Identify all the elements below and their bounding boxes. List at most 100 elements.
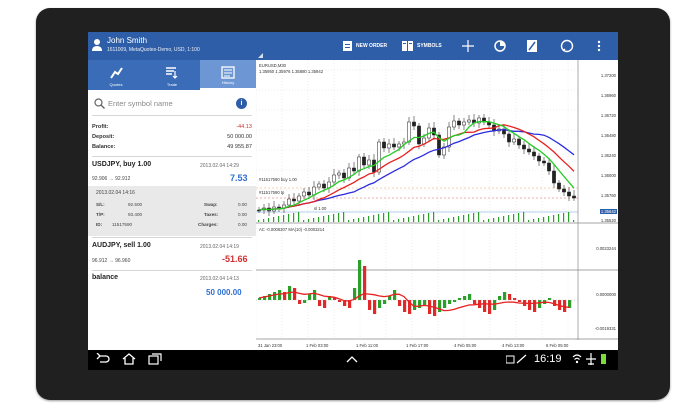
ac-bar [303,300,307,303]
deal-profit: -51.66 [222,254,248,264]
time-tick: 1 Feb 03:00 [306,343,329,348]
chart-canvas[interactable] [255,60,618,350]
volume-bar [283,215,285,222]
candle-body [512,138,516,143]
volume-bar [498,217,500,222]
ac-bar [293,288,297,300]
symbols-button[interactable]: SYMBOLS [402,32,442,60]
candle-body [357,156,361,172]
ac-bar [268,294,272,300]
symbol-search[interactable]: Enter symbol name i [94,96,252,112]
tab-quotes[interactable]: Quotes [88,60,144,90]
volume-bar [548,216,550,222]
chevron-up-icon[interactable] [346,355,358,363]
volume-bar [513,214,515,222]
profit-value: -44.13 [236,124,252,130]
price-tick: 1.36240 [600,153,616,158]
ac-bar [398,300,402,306]
user-name[interactable]: John Smith [107,36,147,45]
volume-bar [373,215,375,222]
deal-time: 2013.02.04 14:19 [200,244,239,250]
volume-bar [308,219,310,222]
back-icon[interactable] [96,353,110,365]
ac-bar [508,294,512,300]
info-icon[interactable]: i [236,98,247,109]
history-panel: Quotes Trade History Enter symbol name i… [88,60,257,350]
taxes-label: Taxes: [204,212,219,217]
candle-body [552,170,556,184]
ac-bar [533,300,537,312]
ac-bar [488,300,492,314]
crosshair-icon[interactable] [462,40,474,52]
ac-bar [528,300,532,310]
tp-value: 93.400 [128,212,143,217]
candle-body [452,120,456,128]
volume-bars [258,212,575,222]
volume-bar [323,216,325,222]
volume-bar [263,219,265,222]
tp-label: T/P: [96,212,105,217]
volume-bar [368,216,370,222]
price-chart[interactable]: EURUSD,M30 1.35950 1.35976 1.35880 1.359… [255,60,618,350]
candle-body [417,125,421,145]
tab-history[interactable]: History [200,60,256,90]
ac-bar [308,294,312,300]
volume-bar [538,218,540,222]
time-tick: 1 Feb 17:00 [406,343,429,348]
search-placeholder[interactable]: Enter symbol name [108,99,173,108]
balance-entry-time: 2013.02.04 14:13 [200,276,239,282]
taxes-value: 0.00 [238,212,247,217]
ac-bar [413,300,417,310]
tab-trade-label: Trade [166,82,178,87]
candle-body [522,144,526,150]
time-tick: 1 Feb 11:00 [356,343,379,348]
deal-prices: 92.906 → 92.912 [92,176,131,182]
volume-bar [543,217,545,222]
objects-icon[interactable] [526,39,538,53]
volume-bar [338,213,340,222]
indicators-icon[interactable] [494,40,506,52]
volume-bar [288,214,290,222]
dropdown-corner-icon [258,53,263,58]
price-tick: 1.35520 [600,218,616,223]
overflow-menu-icon[interactable] [597,40,601,52]
volume-bar [413,216,415,222]
volume-bar [333,214,335,222]
ac-bar [448,300,452,304]
recent-apps-icon[interactable] [148,353,162,365]
account-info[interactable]: 1611009, MetaQuotes-Demo, USD, 1:100 [107,47,200,53]
price-tick: 1.36000 [600,173,616,178]
candle-body [392,143,396,148]
candle-body [407,121,411,143]
new-order-button[interactable]: NEW ORDER [342,32,387,60]
user-icon[interactable] [91,38,103,52]
candle-body [367,159,371,166]
volume-bar [528,220,530,222]
tab-trade[interactable]: Trade [144,60,200,90]
volume-bar [313,218,315,222]
candle-body [387,143,391,149]
candle-body [567,191,571,197]
candle-body [307,191,311,196]
volume-bar [458,216,460,222]
swap-value: 0.00 [238,202,247,207]
volume-bar [423,214,425,222]
candle-body [517,138,521,146]
volume-bar [468,214,470,222]
candle-body [532,151,536,157]
candle-body [352,167,356,172]
volume-bar [473,213,475,222]
ac-bar [503,292,507,300]
home-icon[interactable] [122,353,136,365]
volume-bar [303,220,305,222]
new-order-label: NEW ORDER [356,43,388,49]
ac-tick: 0.0023244 [596,246,616,251]
price-tick: 1.35760 [600,193,616,198]
volume-bar [558,214,560,222]
swap-label: Swap: [204,202,218,207]
volume-bar [453,217,455,222]
symbols-label: SYMBOLS [417,43,442,49]
id-label: ID: [96,222,103,227]
chat-icon[interactable] [560,39,574,53]
chart-ohlc: 1.35950 1.35976 1.35880 1.35942 [259,69,324,74]
